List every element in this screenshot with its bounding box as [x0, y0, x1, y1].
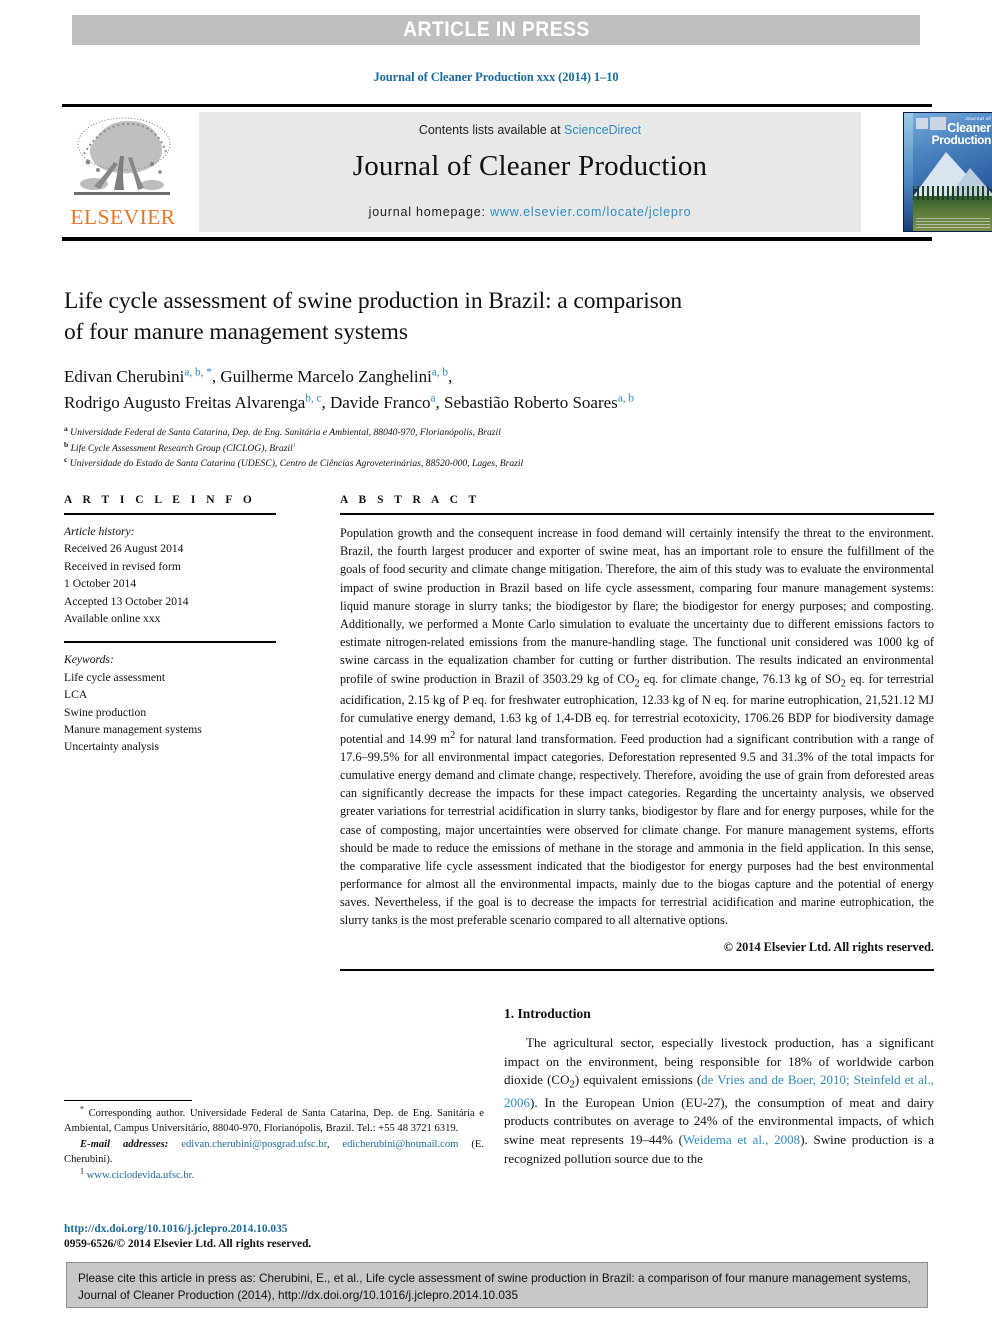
affiliation-b-note-mark: 1 — [292, 441, 296, 449]
footnote-block: * Corresponding author. Universidade Fed… — [64, 1100, 484, 1183]
author-alvarenga: Rodrigo Augusto Freitas Alvarenga — [64, 392, 306, 412]
journal-title: Journal of Cleaner Production — [352, 150, 708, 182]
keyword-item: Swine production — [64, 705, 147, 719]
affiliation-b-text: Life Cycle Assessment Research Group (CI… — [70, 442, 293, 454]
footnote-emails: E-mail addresses: edivan.cherubini@posgr… — [64, 1138, 485, 1166]
article-info-heading: A R T I C L E I N F O — [64, 494, 256, 506]
cover-footer-text — [916, 218, 990, 228]
masthead-bottom-rule — [62, 237, 932, 241]
affiliation-b-label: b — [64, 439, 69, 449]
footnote-separator-rule — [64, 1100, 192, 1101]
history-item: Available online xxx — [64, 611, 161, 625]
footnote-note-1: 1 www.ciclodevida.ufsc.br. — [64, 1166, 484, 1183]
affiliation-list: a Universidade Federal de Santa Catarina… — [64, 425, 934, 472]
issn-copyright-line: 0959-6526/© 2014 Elsevier Ltd. All right… — [64, 1238, 312, 1251]
article-in-press-label: ARTICLE IN PRESS — [402, 18, 590, 41]
elsevier-wordmark: ELSEVIER — [70, 205, 176, 229]
history-item: Received 26 August 2014 — [64, 542, 184, 556]
page-title: Life cycle assessment of swine productio… — [64, 286, 934, 348]
abstract-copyright: © 2014 Elsevier Ltd. All rights reserved… — [723, 939, 934, 954]
affiliation-a-label: a — [64, 423, 68, 433]
masthead-panel: Contents lists available at ScienceDirec… — [199, 112, 861, 232]
author-soares: , Sebastião Roberto Soares — [435, 392, 618, 412]
keywords-rule — [64, 641, 276, 644]
citation-weidema[interactable]: Weidema et al., 2008 — [683, 1132, 800, 1147]
abstract-body-text: Population growth and the consequent inc… — [340, 526, 935, 928]
cover-spine — [904, 113, 913, 231]
please-cite-text: Please cite this article in press as: Ch… — [78, 1271, 911, 1303]
masthead-top-rule — [62, 104, 932, 107]
footnote-1-url[interactable]: www.ciclodevida.ufsc.br. — [87, 1170, 195, 1181]
homepage-prefix: journal homepage: — [368, 205, 491, 219]
abstract-heading: A B S T R A C T — [340, 494, 481, 506]
author-line-2: Rodrigo Augusto Freitas Alvarengab, c, D… — [64, 390, 934, 416]
affiliation-a: a Universidade Federal de Santa Catarina… — [64, 425, 934, 441]
keyword-item: LCA — [64, 688, 88, 702]
introduction-section: 1. Introduction The agricultural sector,… — [504, 1006, 934, 1168]
sciencedirect-link[interactable]: ScienceDirect — [564, 123, 641, 137]
journal-masthead: ELSEVIER Contents lists available at Sci… — [62, 104, 992, 241]
running-head: Journal of Cleaner Production xxx (2014)… — [373, 70, 619, 84]
article-info-column: A R T I C L E I N F O Article history: R… — [64, 494, 276, 756]
introduction-heading: 1. Introduction — [504, 1006, 591, 1021]
introduction-paragraph: The agricultural sector, especially live… — [504, 1034, 934, 1168]
title-line-2: of four manure management systems — [64, 319, 408, 346]
history-item: Received in revised form — [64, 559, 181, 573]
author-zanghelini: , Guilherme Marcelo Zanghelini — [211, 367, 432, 387]
please-cite-box: Please cite this article in press as: Ch… — [66, 1262, 928, 1308]
abstract-column: A B S T R A C T Population growth and th… — [340, 494, 934, 971]
author-zanghelini-affil-marks: a, b — [431, 366, 449, 379]
author-line-1-tail: , — [448, 367, 453, 387]
author-list: Edivan Cherubinia, b, *, Guilherme Marce… — [64, 364, 934, 415]
author-line-1: Edivan Cherubinia, b, *, Guilherme Marce… — [64, 364, 934, 390]
affiliation-a-text: Universidade Federal de Santa Catarina, … — [70, 427, 501, 439]
journal-homepage-line: journal homepage: www.elsevier.com/locat… — [199, 205, 861, 219]
author-cherubini-affil-marks: a, b, * — [184, 366, 212, 379]
email-link-secondary[interactable]: edicherubini@hotmail.com — [342, 1139, 458, 1150]
author-cherubini: Edivan Cherubini — [64, 367, 185, 387]
cover-kicker: Journal of — [965, 116, 991, 121]
email-link-primary[interactable]: edivan.cherubini@posgrad.ufsc.br — [181, 1139, 327, 1150]
affiliation-c-label: c — [64, 454, 68, 464]
article-info-rule — [64, 513, 276, 515]
corresponding-author-mark: * — [80, 1104, 84, 1114]
elsevier-logo: ELSEVIER — [64, 112, 182, 232]
footnote-corresponding-author: * Corresponding author. Universidade Fed… — [64, 1104, 484, 1137]
author-alvarenga-affil-marks: b, c — [305, 391, 322, 404]
title-line-1: Life cycle assessment of swine productio… — [64, 288, 683, 314]
article-history-label: Article history: — [64, 525, 135, 538]
corresponding-author-text: Corresponding author. Universidade Feder… — [64, 1108, 484, 1135]
history-item: Accepted 13 October 2014 — [64, 594, 189, 608]
cover-treeline — [912, 186, 992, 201]
author-franco: , Davide Franco — [321, 392, 431, 412]
abstract-bottom-rule — [340, 968, 934, 971]
doi-block: http://dx.doi.org/10.1016/j.jclepro.2014… — [64, 1222, 484, 1253]
article-in-press-banner: ARTICLE IN PRESS — [72, 15, 920, 45]
affiliation-b: b Life Cycle Assessment Research Group (… — [64, 439, 934, 457]
doi-link[interactable]: http://dx.doi.org/10.1016/j.jclepro.2014… — [64, 1222, 484, 1237]
contents-available-line: Contents lists available at ScienceDirec… — [199, 123, 861, 137]
cover-title-block: Journal of Cleaner Production — [915, 116, 992, 147]
affiliation-c-text: Universidade do Estado de Santa Catarina… — [69, 458, 524, 470]
keywords-block: Keywords: Life cycle assessment LCA Swin… — [64, 651, 276, 755]
title-block: Life cycle assessment of swine productio… — [64, 286, 934, 472]
abstract-text: Population growth and the consequent inc… — [340, 524, 934, 930]
footnote-1-mark: 1 — [80, 1166, 84, 1176]
affiliation-c: c Universidade do Estado de Santa Catari… — [64, 456, 934, 472]
email-addresses-label: E-mail addresses: — [80, 1138, 169, 1150]
journal-cover-image: Journal of Cleaner Production — [903, 112, 992, 232]
keyword-item: Life cycle assessment — [64, 670, 166, 684]
abstract-rule — [340, 513, 934, 515]
article-history-block: Article history: Received 26 August 2014… — [64, 523, 276, 627]
keyword-item: Uncertainty analysis — [64, 740, 159, 754]
keywords-label: Keywords: — [64, 653, 114, 667]
contents-prefix: Contents lists available at — [418, 123, 565, 137]
keyword-item: Manure management systems — [64, 722, 202, 736]
cover-title-line2: Production — [931, 133, 992, 147]
journal-homepage-link[interactable]: www.elsevier.com/locate/jclepro — [490, 205, 691, 219]
author-soares-affil-marks: a, b — [617, 391, 634, 404]
history-item: 1 October 2014 — [64, 577, 137, 591]
